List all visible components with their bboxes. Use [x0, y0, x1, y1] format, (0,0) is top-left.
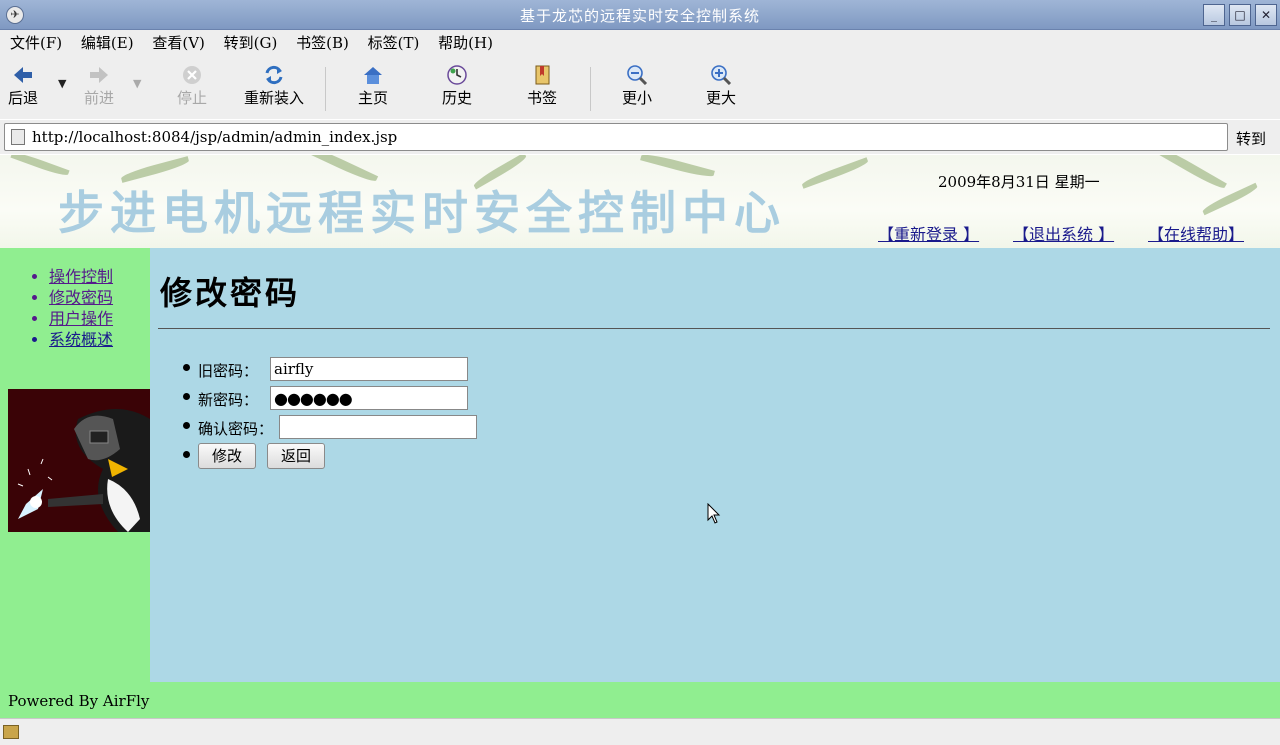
nav-toolbar: 后退 ▼ 前进 ▼ 停止 重新装入 主页 历史 书签 更小 更大	[0, 57, 1280, 119]
history-button[interactable]: 历史	[442, 61, 472, 108]
back-dropdown-chevron-icon[interactable]: ▼	[58, 77, 66, 90]
banner-title: 步进电机远程实时安全控制中心	[58, 186, 786, 240]
bullet-icon	[183, 364, 190, 371]
logout-link[interactable]: 【退出系统 】	[1013, 221, 1114, 245]
confirm-password-input[interactable]	[279, 415, 477, 439]
zoom-out-icon	[627, 65, 648, 85]
sidebar-item-operation-control[interactable]: 操作控制	[49, 266, 150, 287]
sidebar-item-change-password[interactable]: 修改密码	[49, 287, 150, 308]
back-arrow-icon	[14, 67, 32, 83]
menu-view[interactable]: 查看(V)	[152, 30, 205, 57]
toolbar-separator	[590, 67, 591, 111]
modify-button[interactable]: 修改	[198, 443, 256, 469]
close-button[interactable]: ✕	[1255, 4, 1277, 26]
bamboo-leaf-decoration	[800, 157, 870, 189]
home-button[interactable]: 主页	[358, 61, 388, 108]
security-lock-icon[interactable]	[3, 725, 19, 739]
page-footer: Powered By AirFly	[0, 682, 1280, 718]
menu-file[interactable]: 文件(F)	[10, 30, 62, 57]
sidebar-nav: 操作控制 修改密码 用户操作 系统概述	[0, 266, 150, 350]
banner-date: 2009年8月31日 星期一	[938, 173, 1100, 191]
bullet-icon	[183, 451, 190, 458]
mouse-cursor-icon	[707, 503, 721, 524]
back-link-button[interactable]: 返回	[267, 443, 325, 469]
home-icon	[364, 67, 382, 84]
zoom-out-label: 更小	[622, 89, 653, 107]
reload-button[interactable]: 重新装入	[244, 61, 304, 108]
window-title: 基于龙芯的远程实时安全控制系统	[519, 7, 760, 25]
old-password-label: 旧密码：	[198, 362, 259, 380]
new-password-label: 新密码：	[198, 391, 259, 409]
menu-bookmarks[interactable]: 书签(B)	[296, 30, 349, 57]
online-help-link[interactable]: 【在线帮助】	[1148, 221, 1244, 245]
stop-button[interactable]: 停止	[177, 61, 207, 108]
history-label: 历史	[442, 89, 473, 107]
url-input[interactable]: http://localhost:8084/jsp/admin/admin_in…	[4, 123, 1228, 151]
menu-bar: 文件(F) 编辑(E) 查看(V) 转到(G) 书签(B) 标签(T) 帮助(H…	[0, 30, 1280, 57]
url-text: http://localhost:8084/jsp/admin/admin_in…	[32, 128, 398, 146]
forward-dropdown-chevron-icon[interactable]: ▼	[133, 77, 141, 90]
forward-button[interactable]: 前进	[84, 61, 114, 108]
zoom-in-icon	[711, 65, 732, 85]
window-titlebar: ✈ 基于龙芯的远程实时安全控制系统 _ □ ✕	[0, 0, 1280, 30]
title-divider	[158, 328, 1270, 329]
page-title: 修改密码	[160, 274, 301, 312]
status-bar	[0, 718, 1280, 745]
home-label: 主页	[358, 89, 389, 107]
zoom-out-button[interactable]: 更小	[622, 61, 652, 108]
stop-label: 停止	[177, 89, 208, 107]
maximize-button[interactable]: □	[1229, 4, 1251, 26]
menu-tabs[interactable]: 标签(T)	[368, 30, 420, 57]
confirm-password-label: 确认密码：	[198, 420, 274, 438]
sidebar: 操作控制 修改密码 用户操作 系统概述	[0, 248, 150, 682]
zoom-in-label: 更大	[706, 89, 737, 107]
zoom-in-button[interactable]: 更大	[706, 61, 736, 108]
main-content: 修改密码 旧密码： airfly 新密码： ●●●●●● 确认密码： 修改 返回	[150, 248, 1280, 682]
bookmarks-button[interactable]: 书签	[527, 61, 557, 108]
toolbar-separator	[325, 67, 326, 111]
sidebar-item-system-overview[interactable]: 系统概述	[49, 329, 150, 350]
page-icon	[11, 129, 25, 145]
menu-help[interactable]: 帮助(H)	[438, 30, 493, 57]
forward-arrow-icon	[90, 67, 108, 83]
menu-go[interactable]: 转到(G)	[224, 30, 278, 57]
penguin-illustration	[17, 409, 150, 532]
stop-icon	[183, 66, 201, 84]
back-button[interactable]: 后退	[8, 61, 38, 108]
go-button[interactable]: 转到	[1236, 128, 1266, 149]
site-banner: 步进电机远程实时安全控制中心 2009年8月31日 星期一 【重新登录 】 【退…	[0, 155, 1280, 248]
bamboo-leaf-decoration	[10, 155, 70, 179]
forward-label: 前进	[84, 89, 115, 107]
bullet-icon	[183, 422, 190, 429]
menu-edit[interactable]: 编辑(E)	[81, 30, 134, 57]
bullet-icon	[183, 393, 190, 400]
relogin-link[interactable]: 【重新登录 】	[878, 221, 979, 245]
welding-penguin-image	[8, 389, 150, 532]
bookmarks-label: 书签	[527, 89, 558, 107]
bamboo-leaf-decoration	[640, 155, 715, 180]
old-password-input[interactable]: airfly	[270, 357, 468, 381]
minimize-button[interactable]: _	[1203, 4, 1225, 26]
reload-icon	[265, 65, 283, 85]
reload-label: 重新装入	[244, 89, 305, 107]
history-clock-icon	[447, 65, 467, 85]
new-password-input[interactable]: ●●●●●●	[270, 386, 468, 410]
address-bar: http://localhost:8084/jsp/admin/admin_in…	[0, 120, 1280, 154]
bamboo-leaf-decoration	[1201, 182, 1259, 216]
sidebar-item-user-operation[interactable]: 用户操作	[49, 308, 150, 329]
bamboo-leaf-decoration	[1153, 155, 1227, 192]
back-label: 后退	[8, 89, 39, 107]
footer-text: Powered By AirFly	[8, 692, 150, 710]
bookmark-book-icon	[535, 65, 550, 85]
